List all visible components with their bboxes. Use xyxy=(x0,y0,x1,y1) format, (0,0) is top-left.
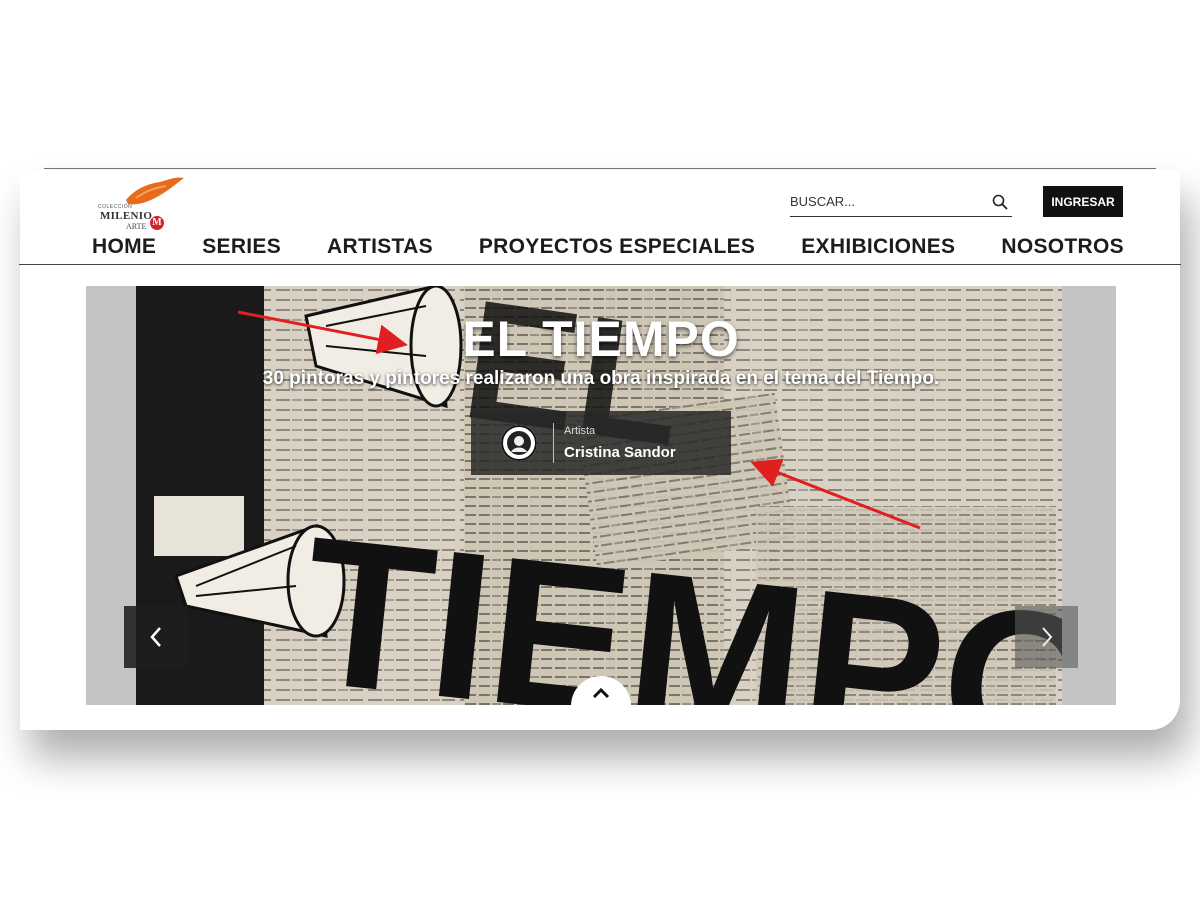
artist-avatar xyxy=(501,425,537,461)
main-nav: HOME SERIES ARTISTAS PROYECTOS ESPECIALE… xyxy=(92,232,1124,262)
top-divider xyxy=(44,168,1156,169)
nav-item-series[interactable]: SERIES xyxy=(202,235,281,259)
artist-role-label: Artista xyxy=(564,425,596,437)
logo-badge: M xyxy=(150,216,164,230)
artist-divider xyxy=(553,423,554,463)
brush-stroke-icon xyxy=(126,177,184,205)
login-button[interactable]: INGRESAR xyxy=(1043,186,1123,217)
artist-card[interactable]: Artista Cristina Sandor xyxy=(471,411,731,475)
logo-sub-text: ARTE xyxy=(126,222,147,231)
search-box xyxy=(790,188,1012,217)
chevron-up-icon xyxy=(592,687,610,699)
artist-name: Cristina Sandor xyxy=(564,444,676,461)
chevron-left-icon xyxy=(149,627,161,647)
nav-item-proyectos-especiales[interactable]: PROYECTOS ESPECIALES xyxy=(479,235,755,259)
logo-main-text: MILENIO xyxy=(100,210,153,222)
nav-item-exhibiciones[interactable]: EXHIBICIONES xyxy=(801,235,955,259)
hero-subtitle: 30 pintoras y pintores realizaron una ob… xyxy=(262,368,940,389)
hero-title: EL TIEMPO xyxy=(462,311,740,367)
search-icon[interactable] xyxy=(992,194,1008,210)
site-logo[interactable]: COLECCIÓN MILENIO ARTE M xyxy=(96,174,196,234)
search-input[interactable] xyxy=(790,194,980,209)
chevron-right-icon xyxy=(1041,627,1052,647)
nav-item-nosotros[interactable]: NOSOTROS xyxy=(1001,235,1124,259)
next-slide-button[interactable] xyxy=(1015,606,1078,668)
nav-item-home[interactable]: HOME xyxy=(92,235,156,259)
nav-divider xyxy=(19,264,1181,265)
nav-item-artistas[interactable]: ARTISTAS xyxy=(327,235,433,259)
website-window: COLECCIÓN MILENIO ARTE M INGRESAR HOME S… xyxy=(19,170,1181,730)
hero-slider: EL TIEMPO EL TIEMPO 30 pintoras y pintor… xyxy=(86,286,1116,705)
prev-slide-button[interactable] xyxy=(124,606,187,668)
